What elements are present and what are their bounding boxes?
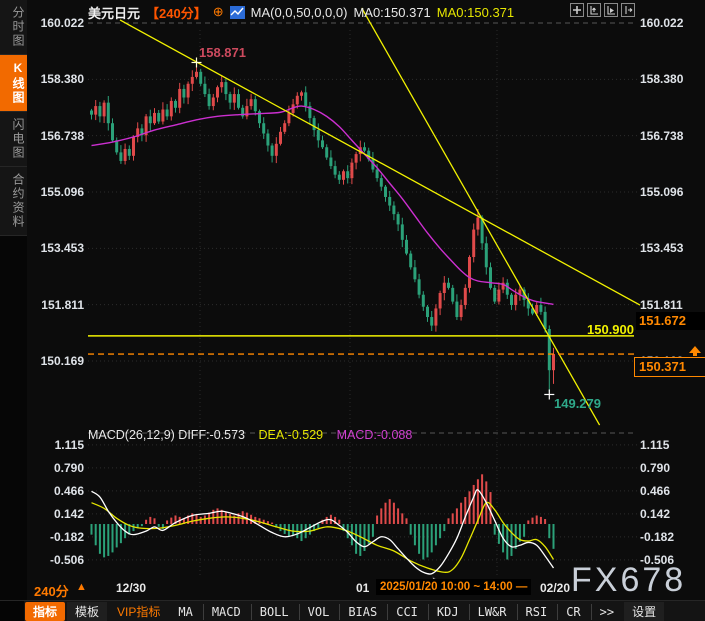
price-tick-left: 151.811 xyxy=(26,298,84,312)
x-axis-label: 12/30 xyxy=(116,581,146,595)
symbol-name: 美元日元 xyxy=(88,3,140,22)
toolbar-tab-more[interactable]: >> xyxy=(591,604,622,620)
timeframe-label[interactable]: 240分 xyxy=(34,581,69,600)
macd-tick-right: -0.182 xyxy=(640,530,702,544)
macd-tick-left: 0.790 xyxy=(26,461,84,475)
peak-price-annotation: 158.871 xyxy=(199,45,246,60)
last-price-box: 150.371 xyxy=(634,357,705,377)
chart-canvas[interactable] xyxy=(0,0,705,600)
toolbar-tab-cci[interactable]: CCI xyxy=(387,604,426,620)
toolbar-tab-vol[interactable]: VOL xyxy=(299,604,338,620)
macd-dea-value: DEA:-0.529 xyxy=(258,428,323,442)
toolbar-corner xyxy=(0,601,24,621)
low-price-annotation: 149.279 xyxy=(554,396,601,411)
toolbar-tab-vip-indicator[interactable]: VIP指标 xyxy=(109,602,168,621)
period-label: 【240分】 xyxy=(146,3,207,22)
axis-play-icon[interactable] xyxy=(604,3,618,17)
macd-tick-right: 0.790 xyxy=(640,461,702,475)
price-tick-right: 160.022 xyxy=(640,16,702,30)
macd-tick-left: 0.466 xyxy=(26,484,84,498)
sidebar-item-kline-chart[interactable]: K线图 xyxy=(0,55,27,112)
macd-tick-left: 0.142 xyxy=(26,507,84,521)
sidebar-item-contract-info[interactable]: 合约资料 xyxy=(0,167,27,236)
price-anchor-icon xyxy=(688,345,702,357)
sidebar-item-timeshare-chart[interactable]: 分时图 xyxy=(0,0,27,55)
price-tick-left: 153.453 xyxy=(26,241,84,255)
macd-layer xyxy=(91,474,555,574)
indicator-toolbar: 指标模板VIP指标MAMACDBOLLVOLBIASCCIKDJLW&RRSIC… xyxy=(0,600,705,621)
crosshair-readout: 2025/01/20 10:00 ~ 14:00 — xyxy=(376,579,531,595)
macd-tick-right: 0.142 xyxy=(640,507,702,521)
toolbar-tab-kdj[interactable]: KDJ xyxy=(428,604,467,620)
chart-legend: 美元日元 【240分】 ⊕ MA(0,0,50,0,0,0) MA0:150.3… xyxy=(88,4,514,20)
exit-pan-icon[interactable] xyxy=(621,3,635,17)
price-tick-right: 156.738 xyxy=(640,129,702,143)
price-tick-left: 155.096 xyxy=(26,185,84,199)
price-tick-right: 155.096 xyxy=(640,185,702,199)
toolbar-tab-boll[interactable]: BOLL xyxy=(251,604,297,620)
toolbar-tab-cr[interactable]: CR xyxy=(557,604,588,620)
macd-tick-left: 1.115 xyxy=(26,438,84,452)
toolbar-tab-settings[interactable]: 设置 xyxy=(624,602,664,621)
watermark: FX678 xyxy=(571,561,686,600)
macd-tick-left: -0.506 xyxy=(26,553,84,567)
macd-tick-right: 0.466 xyxy=(640,484,702,498)
sidebar-item-lightning-chart[interactable]: 闪电图 xyxy=(0,112,27,167)
price-tick-right: 151.811 xyxy=(640,298,702,312)
price-tick-right: 158.380 xyxy=(640,72,702,86)
price-tick-left: 160.022 xyxy=(26,16,84,30)
price-tick-right: 153.453 xyxy=(640,241,702,255)
price-tick-left: 158.380 xyxy=(26,72,84,86)
crosshair-move-icon[interactable] xyxy=(570,3,584,17)
timeframe-arrow-icon[interactable]: ▲ xyxy=(76,581,87,593)
chart-type-icon[interactable] xyxy=(230,6,245,19)
toolbar-tab-indicator[interactable]: 指标 xyxy=(25,602,65,621)
x-axis-label: 01 xyxy=(356,581,369,595)
support-line-label: 150.900 xyxy=(560,322,634,337)
macd-hist-value: MACD:-0.088 xyxy=(337,428,413,442)
chart-toolbar-top-right xyxy=(570,3,635,17)
axis-zoom-up-icon[interactable] xyxy=(587,3,601,17)
toolbar-tab-rsi[interactable]: RSI xyxy=(517,604,556,620)
ma-formula: MA(0,0,50,0,0,0) xyxy=(251,5,348,20)
hlines-layer xyxy=(88,336,634,354)
ma0-value-yellow: MA0:150.371 xyxy=(437,5,514,20)
ma-price-box: 151.672 xyxy=(636,312,705,330)
trendlines-layer xyxy=(120,8,640,425)
price-tick-left: 156.738 xyxy=(26,129,84,143)
macd-legend: MACD(26,12,9) DIFF:-0.573 DEA:-0.529 MAC… xyxy=(88,428,412,442)
macd-diff-value: MACD(26,12,9) DIFF:-0.573 xyxy=(88,428,245,442)
toolbar-tab-bias[interactable]: BIAS xyxy=(339,604,385,620)
macd-tick-right: 1.115 xyxy=(640,438,702,452)
x-axis-label: 02/20 xyxy=(540,581,570,595)
macd-tick-left: -0.182 xyxy=(26,530,84,544)
sidebar-lower-panel xyxy=(0,206,27,600)
chart-application: 分时图K线图闪电图合约资料 美元日元 【240分】 ⊕ MA(0,0,50,0,… xyxy=(0,0,705,621)
toolbar-tab-macd[interactable]: MACD xyxy=(203,604,249,620)
ma0-value-white: MA0:150.371 xyxy=(353,5,430,20)
sidebar: 分时图K线图闪电图合约资料 xyxy=(0,0,27,236)
add-indicator-icon[interactable]: ⊕ xyxy=(213,4,224,20)
price-tick-left: 150.169 xyxy=(26,354,84,368)
toolbar-tab-lwr[interactable]: LW&R xyxy=(469,604,515,620)
toolbar-tab-ma[interactable]: MA xyxy=(170,604,200,620)
candles-layer xyxy=(90,62,555,391)
toolbar-tab-template[interactable]: 模板 xyxy=(67,602,107,621)
